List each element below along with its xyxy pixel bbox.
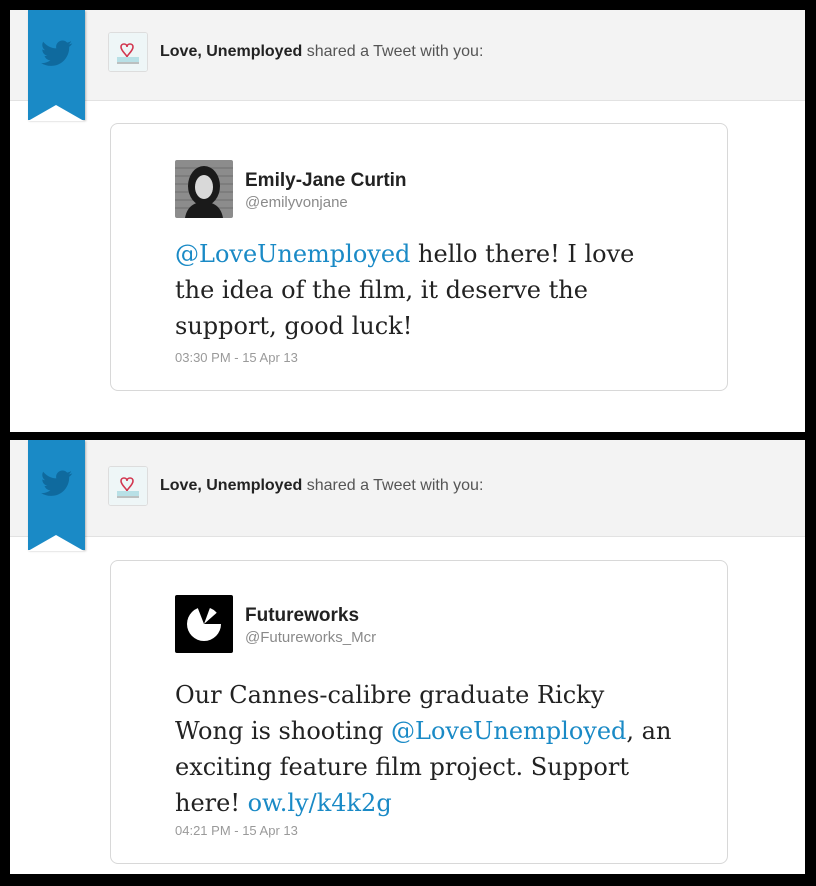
love-unemployed-logo <box>109 33 147 71</box>
shared-tweet-notification: Love, Unemployed shared a Tweet with you… <box>10 440 805 874</box>
emily-avatar-photo <box>175 160 233 218</box>
tweet-timestamp[interactable]: 03:30 PM - 15 Apr 13 <box>175 350 298 365</box>
twitter-ribbon <box>28 440 85 551</box>
tweet-author: Futureworks @Futureworks_Mcr <box>175 595 376 653</box>
sharer-name[interactable]: Love, Unemployed <box>160 477 302 494</box>
tweet-card[interactable]: Emily-Jane Curtin @emilyvonjane @LoveUne… <box>110 123 728 391</box>
author-avatar[interactable] <box>175 160 233 218</box>
author-handle[interactable]: @emilyvonjane <box>245 194 407 211</box>
sharer-avatar[interactable] <box>108 32 148 72</box>
twitter-ribbon <box>28 10 85 121</box>
share-line: Love, Unemployed shared a Tweet with you… <box>108 32 483 72</box>
author-avatar[interactable] <box>175 595 233 653</box>
twitter-bird-icon <box>41 470 73 496</box>
url-link[interactable]: ow.ly/k4k2g <box>248 789 392 817</box>
author-handle[interactable]: @Futureworks_Mcr <box>245 629 376 646</box>
sharer-name[interactable]: Love, Unemployed <box>160 43 302 60</box>
author-name[interactable]: Futureworks <box>245 605 376 627</box>
twitter-bird-icon <box>41 40 73 66</box>
mention-link[interactable]: @LoveUnemployed <box>175 240 410 268</box>
tweet-card[interactable]: Futureworks @Futureworks_Mcr Our Cannes-… <box>110 560 728 864</box>
tweet-text: Our Cannes-calibre graduate Ricky Wong i… <box>175 677 675 821</box>
share-text: shared a Tweet with you: <box>306 477 484 494</box>
author-name[interactable]: Emily-Jane Curtin <box>245 170 407 192</box>
share-text: shared a Tweet with you: <box>306 43 484 60</box>
mention-link[interactable]: @LoveUnemployed <box>391 717 626 745</box>
tweet-text: @LoveUnemployed hello there! I love the … <box>175 236 675 344</box>
tweet-timestamp[interactable]: 04:21 PM - 15 Apr 13 <box>175 823 298 838</box>
shared-tweet-notification: Love, Unemployed shared a Tweet with you… <box>10 10 805 432</box>
tweet-author: Emily-Jane Curtin @emilyvonjane <box>175 160 407 218</box>
futureworks-logo-icon <box>175 595 233 653</box>
love-unemployed-logo <box>109 467 147 505</box>
share-line: Love, Unemployed shared a Tweet with you… <box>108 466 483 506</box>
sharer-avatar[interactable] <box>108 466 148 506</box>
